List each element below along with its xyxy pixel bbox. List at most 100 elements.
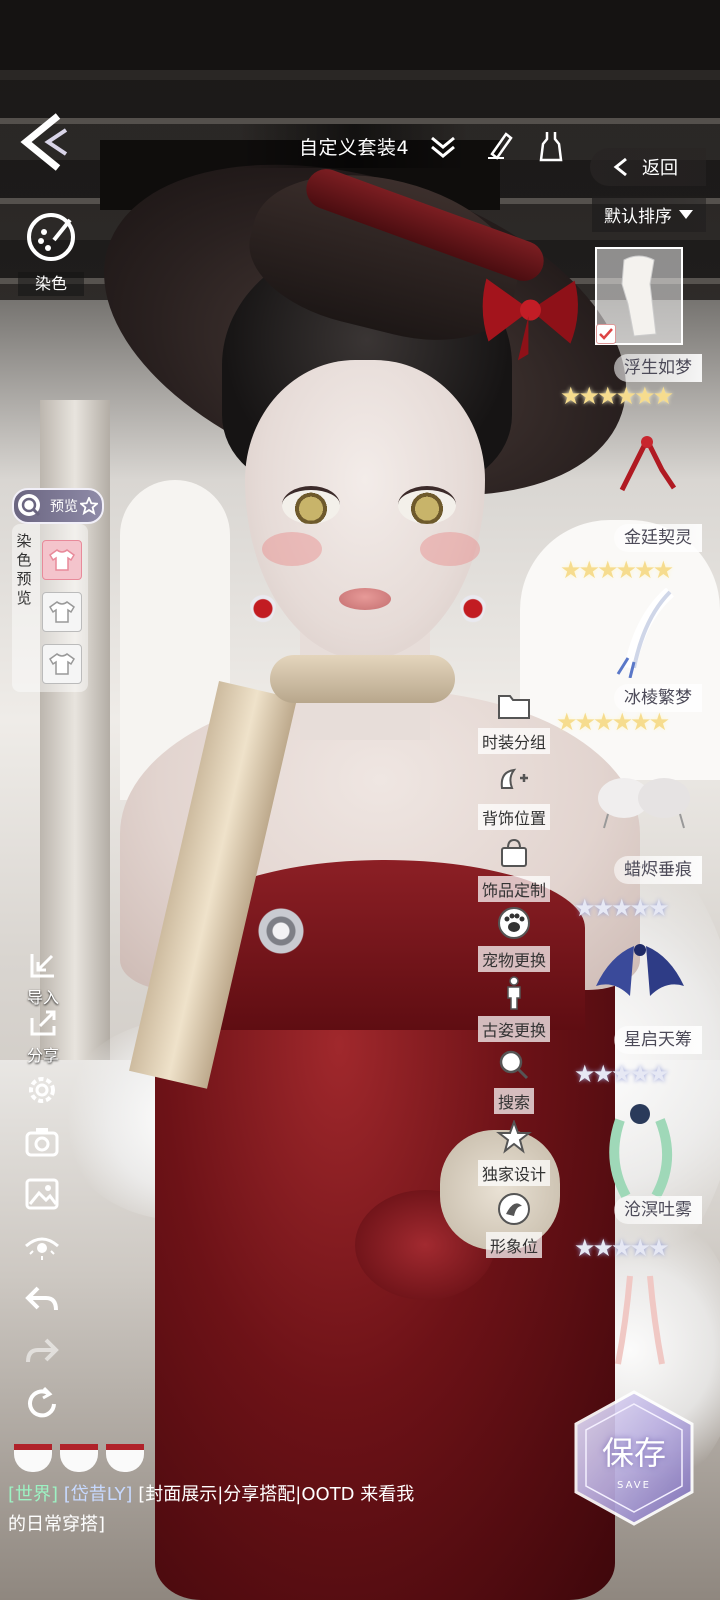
menu-image-slot[interactable]: 形象位	[474, 1192, 554, 1258]
sort-label: 默认排序	[604, 206, 672, 227]
star-badge-icon	[80, 497, 98, 515]
dye-swatch[interactable]	[42, 592, 82, 632]
share-label: 分享	[26, 1046, 59, 1065]
magnifier-icon	[18, 494, 41, 517]
palette-brush-icon	[27, 213, 75, 261]
star-icon	[496, 1119, 532, 1154]
preview-toggle-label: 预览	[50, 499, 78, 515]
item-thumbnail	[598, 778, 690, 829]
chat-emote-bubbles	[14, 1444, 154, 1472]
dye-button[interactable]: 染色	[18, 210, 84, 298]
hat-bow	[482, 278, 578, 361]
menu-label: 形象位	[485, 1232, 542, 1258]
blush	[420, 532, 480, 566]
preview-toggle[interactable]: 预览	[12, 488, 104, 524]
import-icon	[30, 954, 54, 978]
edit-pen-icon[interactable]	[486, 130, 514, 160]
menu-label: 背饰位置	[477, 804, 550, 830]
outfit-dress-icon[interactable]	[538, 130, 564, 162]
lips	[339, 588, 391, 610]
chat-channel: [世界]	[8, 1484, 59, 1505]
menu-label: 古姿更换	[477, 1016, 550, 1042]
paw-icon	[498, 907, 530, 939]
emote-bubble	[60, 1444, 98, 1472]
item-name: 金廷契灵	[614, 524, 702, 552]
return-label: 返回	[642, 158, 678, 179]
menu-label: 搜索	[493, 1088, 534, 1114]
menu-label: 饰品定制	[477, 876, 550, 902]
scarf	[270, 655, 455, 703]
emote-bubble	[14, 1444, 52, 1472]
camera-icon[interactable]	[24, 1124, 60, 1160]
return-button[interactable]: 返回	[590, 148, 706, 186]
shirt-icon	[49, 601, 75, 623]
item-name: 蜡烬垂痕	[614, 856, 702, 884]
wing-position-icon	[500, 768, 528, 789]
check-icon	[599, 328, 613, 340]
item-thumbnail	[616, 588, 675, 678]
star-rating: ★★★★★★	[560, 556, 674, 584]
star-rating: ★★★★★	[574, 894, 670, 922]
item-card[interactable]	[570, 1272, 720, 1382]
item-thumbnail	[615, 1275, 665, 1365]
dye-label: 染色	[18, 272, 84, 296]
earring	[460, 580, 486, 624]
share-button[interactable]: 分享	[22, 1008, 64, 1066]
blush	[262, 532, 322, 566]
item-thumbnail	[619, 436, 677, 492]
save-button[interactable]: 保存 SAVE	[570, 1388, 698, 1528]
folder-icon	[498, 695, 530, 719]
menu-accessory-custom[interactable]: 饰品定制	[474, 836, 554, 902]
profile-icon	[498, 1193, 530, 1225]
left-eye	[282, 486, 340, 524]
menu-pet-change[interactable]: 宠物更换	[474, 906, 554, 972]
undo-icon[interactable]	[24, 1282, 60, 1318]
sort-dropdown[interactable]: 默认排序	[592, 196, 706, 232]
import-label: 导入	[26, 988, 59, 1007]
menu-label: 时装分组	[477, 728, 550, 754]
image-icon[interactable]	[24, 1176, 60, 1212]
earring	[250, 580, 276, 624]
menu-fashion-group[interactable]: 时装分组	[474, 688, 554, 754]
top-bar: 自定义套装4 返回 默认排序	[0, 0, 720, 232]
emote-bubble	[106, 1444, 144, 1472]
star-rating: ★★★★★★	[560, 382, 674, 410]
right-eye	[398, 486, 456, 524]
save-label: 保存	[601, 1434, 666, 1472]
import-button[interactable]: 导入	[22, 950, 64, 1008]
outfit-title-text: 自定义套装4	[298, 136, 410, 159]
reset-icon[interactable]	[24, 1386, 60, 1422]
item-name: 沧溟吐雾	[614, 1196, 702, 1224]
redo-icon[interactable]	[24, 1334, 60, 1370]
chat-username: [岱昔LY]	[63, 1484, 133, 1505]
star-rating: ★★★★★	[574, 1234, 670, 1262]
chevron-left-icon	[613, 157, 627, 177]
pose-icon	[507, 976, 521, 1010]
item-name: 浮生如梦	[614, 354, 702, 382]
chevron-down-icon[interactable]	[428, 134, 458, 160]
item-checkbox[interactable]	[596, 324, 616, 344]
dye-swatch[interactable]	[42, 644, 82, 684]
caret-down-icon	[679, 210, 693, 219]
brooch	[258, 908, 304, 954]
back-arrow-icon[interactable]	[18, 112, 74, 172]
dye-swatch-selected[interactable]	[42, 540, 82, 580]
share-icon	[30, 1010, 56, 1036]
settings-icon[interactable]	[24, 1072, 60, 1108]
bag-icon	[501, 838, 527, 867]
menu-back-accessory-position[interactable]: 背饰位置	[474, 764, 554, 830]
save-sublabel: SAVE	[617, 1480, 651, 1491]
shirt-icon	[49, 549, 75, 571]
dye-preview-label: 染色预览	[16, 532, 32, 607]
menu-label: 宠物更换	[477, 946, 550, 972]
menu-exclusive-design[interactable]: 独家设计	[474, 1119, 554, 1186]
search-icon	[499, 1050, 529, 1080]
star-rating: ★★★★★	[574, 1060, 670, 1088]
eye-icon[interactable]	[24, 1228, 60, 1264]
menu-pose-change[interactable]: 古姿更换	[474, 976, 554, 1042]
item-card[interactable]: 浮生如梦	[570, 244, 720, 404]
item-thumbnail	[609, 1104, 673, 1199]
menu-search[interactable]: 搜索	[474, 1048, 554, 1114]
star-rating: ★★★★★★	[556, 708, 670, 736]
chat-message[interactable]: [世界] [岱昔LY] [封面展示|分享搭配|OOTD 来看我的日常穿搭]	[8, 1480, 428, 1540]
